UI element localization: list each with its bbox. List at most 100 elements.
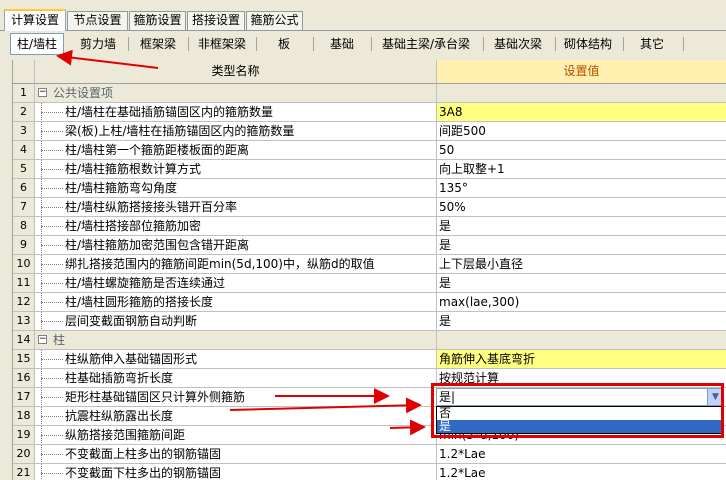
- subtab-slab[interactable]: 板: [260, 34, 308, 54]
- tree-line: [41, 464, 42, 480]
- subtab-foundation[interactable]: 基础: [318, 34, 366, 54]
- row-number: 7: [13, 198, 35, 216]
- type-name-text: 纵筋搭接范围箍筋间距: [65, 428, 186, 442]
- table-row[interactable]: 21 不变截面下柱多出的钢筋锚固 1.2*Lae: [13, 464, 726, 480]
- type-name-cell: 柱/墙柱在基础插筋锚固区内的箍筋数量: [35, 103, 437, 121]
- collapse-icon[interactable]: −: [38, 88, 47, 97]
- table-row[interactable]: 13 层间变截面钢筋自动判断 是: [13, 312, 726, 331]
- setting-value-cell[interactable]: 间距500: [437, 122, 726, 140]
- tab-calc-settings[interactable]: 计算设置: [4, 9, 66, 31]
- tree-line: [41, 283, 63, 284]
- table-row[interactable]: 9 柱/墙柱箍筋加密范围包含错开距离 是: [13, 236, 726, 255]
- tree-line: [41, 188, 63, 189]
- table-row[interactable]: 2 柱/墙柱在基础插筋锚固区内的箍筋数量 3A8: [13, 103, 726, 122]
- tree-line: [41, 302, 63, 303]
- table-row[interactable]: 10 绑扎搭接范围内的箍筋间距min(5d,100)中，纵筋d的取值 上下层最小直径: [13, 255, 726, 274]
- sub-separator: [313, 37, 314, 51]
- tree-line: [41, 416, 63, 417]
- sub-separator: [555, 37, 556, 51]
- group-row[interactable]: 1− 公共设置项: [13, 84, 726, 103]
- type-name-text: 梁(板)上柱/墙柱在插筋锚固区内的箍筋数量: [65, 124, 295, 138]
- type-name-text: 柱/墙柱在基础插筋锚固区内的箍筋数量: [65, 105, 274, 119]
- setting-value-cell[interactable]: 1.2*Lae: [437, 445, 726, 463]
- tab-stirrup-settings[interactable]: 箍筋设置: [129, 11, 186, 30]
- subtab-foundation-main-beam[interactable]: 基础主梁/承台梁: [374, 34, 478, 54]
- setting-value-cell[interactable]: 50: [437, 141, 726, 159]
- table-row[interactable]: 12 柱/墙柱圆形箍筋的搭接长度 max(lae,300): [13, 293, 726, 312]
- row-number: 2: [13, 103, 35, 121]
- table-row[interactable]: 4 柱/墙柱第一个箍筋距楼板面的距离 50: [13, 141, 726, 160]
- subtab-other[interactable]: 其它: [626, 34, 678, 54]
- setting-value-cell[interactable]: max(lae,300): [437, 293, 726, 311]
- tree-line: [41, 169, 63, 170]
- subtab-foundation-secondary-beam[interactable]: 基础次梁: [486, 34, 550, 54]
- tree-line: [41, 150, 63, 151]
- subtab-masonry[interactable]: 砌体结构: [558, 34, 618, 54]
- row-number: 14: [13, 331, 35, 349]
- sub-separator: [371, 37, 372, 51]
- setting-value-cell[interactable]: 1.2*Lae: [437, 464, 726, 480]
- type-name-text: 矩形柱基础锚固区只计算外侧箍筋: [65, 390, 246, 404]
- type-name-text: 柱/墙柱纵筋搭接接头错开百分率: [65, 200, 238, 214]
- tree-line: [41, 378, 63, 379]
- setting-value-cell[interactable]: 是: [437, 236, 726, 254]
- type-name-cell: 绑扎搭接范围内的箍筋间距min(5d,100)中，纵筋d的取值: [35, 255, 437, 273]
- type-name-cell: 柱纵筋伸入基础锚固形式: [35, 350, 437, 368]
- type-name-cell: 柱/墙柱箍筋根数计算方式: [35, 160, 437, 178]
- table-row[interactable]: 7 柱/墙柱纵筋搭接接头错开百分率 50%: [13, 198, 726, 217]
- row-number: 18: [13, 407, 35, 425]
- tree-line: [41, 131, 63, 132]
- subtab-frame-beam[interactable]: 框架梁: [132, 34, 184, 54]
- sub-separator: [128, 37, 129, 51]
- subtab-column[interactable]: 柱/墙柱: [10, 33, 64, 55]
- type-name-text: 柱: [53, 333, 66, 347]
- table-row[interactable]: 11 柱/墙柱螺旋箍筋是否连续通过 是: [13, 274, 726, 293]
- collapse-icon[interactable]: −: [38, 335, 47, 344]
- sub-separator: [683, 37, 684, 51]
- row-number: 9: [13, 236, 35, 254]
- tree-line: [41, 245, 63, 246]
- tab-stirrup-formula[interactable]: 箍筋公式: [246, 11, 303, 30]
- type-name-cell: 柱/墙柱箍筋加密范围包含错开距离: [35, 236, 437, 254]
- setting-value-cell[interactable]: 50%: [437, 198, 726, 216]
- row-number: 19: [13, 426, 35, 444]
- setting-value-cell[interactable]: 135°: [437, 179, 726, 197]
- setting-value-cell[interactable]: 上下层最小直径: [437, 255, 726, 273]
- row-number: 5: [13, 160, 35, 178]
- setting-value-cell[interactable]: 是: [437, 312, 726, 330]
- tree-line: [41, 359, 63, 360]
- tab-lap-settings[interactable]: 搭接设置: [187, 11, 245, 30]
- table-row[interactable]: 3 梁(板)上柱/墙柱在插筋锚固区内的箍筋数量 间距500: [13, 122, 726, 141]
- subtab-nonframe-beam[interactable]: 非框架梁: [192, 34, 252, 54]
- setting-value-cell[interactable]: 角筋伸入基底弯折: [437, 350, 726, 368]
- row-number: 3: [13, 122, 35, 140]
- setting-value-cell[interactable]: 3A8: [437, 103, 726, 121]
- type-name-cell: 柱/墙柱第一个箍筋距楼板面的距离: [35, 141, 437, 159]
- tab-node-settings[interactable]: 节点设置: [67, 11, 128, 30]
- subtab-shear-wall[interactable]: 剪力墙: [72, 34, 124, 54]
- type-name-text: 抗震柱纵筋露出长度: [65, 409, 174, 423]
- type-name-cell: 抗震柱纵筋露出长度: [35, 407, 437, 425]
- setting-value-cell[interactable]: 是: [437, 217, 726, 235]
- sub-separator: [188, 37, 189, 51]
- table-row[interactable]: 8 柱/墙柱搭接部位箍筋加密 是: [13, 217, 726, 236]
- type-name-text: 柱/墙柱箍筋加密范围包含错开距离: [65, 238, 250, 252]
- tree-line: [41, 207, 63, 208]
- row-number: 4: [13, 141, 35, 159]
- table-row[interactable]: 20 不变截面上柱多出的钢筋锚固 1.2*Lae: [13, 445, 726, 464]
- table-row[interactable]: 6 柱/墙柱箍筋弯勾角度 135°: [13, 179, 726, 198]
- table-row[interactable]: 5 柱/墙柱箍筋根数计算方式 向上取整+1: [13, 160, 726, 179]
- row-number: 13: [13, 312, 35, 330]
- type-name-cell: 柱/墙柱搭接部位箍筋加密: [35, 217, 437, 235]
- table-row[interactable]: 15 柱纵筋伸入基础锚固形式 角筋伸入基底弯折: [13, 350, 726, 369]
- tree-line: [41, 454, 63, 455]
- setting-value-cell[interactable]: 是: [437, 274, 726, 292]
- header-type-name: 类型名称: [35, 60, 437, 84]
- group-row[interactable]: 14− 柱: [13, 331, 726, 350]
- row-number: 20: [13, 445, 35, 463]
- setting-value-cell: [437, 331, 726, 349]
- type-name-cell: 柱/墙柱箍筋弯勾角度: [35, 179, 437, 197]
- type-name-text: 柱纵筋伸入基础锚固形式: [65, 352, 198, 366]
- top-tab-bar: 计算设置 节点设置 箍筋设置 搭接设置 箍筋公式: [0, 0, 726, 31]
- setting-value-cell[interactable]: 向上取整+1: [437, 160, 726, 178]
